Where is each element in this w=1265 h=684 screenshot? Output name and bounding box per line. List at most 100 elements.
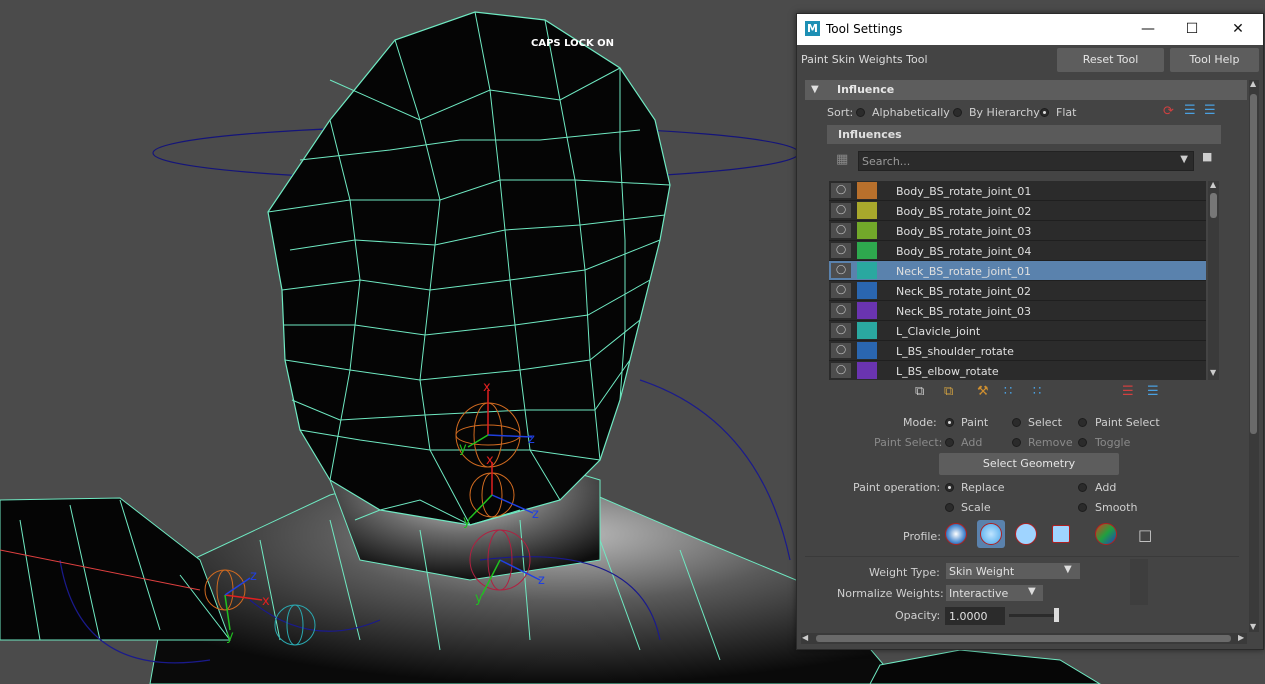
influences-subheader: Influences	[827, 125, 1221, 144]
profile-label: Profile:	[903, 530, 941, 543]
opacity-slider-handle[interactable]	[1054, 608, 1059, 622]
scroll-right-icon[interactable]: ▶	[1238, 633, 1244, 642]
paste-weights-icon[interactable]: ⧉	[944, 384, 953, 399]
influence-frame-header[interactable]: ▼ Influence	[805, 80, 1247, 100]
list-item[interactable]: ◯ Body_BS_rotate_joint_01	[829, 181, 1206, 201]
list-item[interactable]: ◯ Body_BS_rotate_joint_03	[829, 221, 1206, 241]
color-swatch	[857, 302, 877, 319]
horizontal-scroll-thumb[interactable]	[816, 635, 1231, 642]
lock-icon[interactable]: ◯	[831, 363, 851, 378]
op-smooth-radio[interactable]	[1078, 503, 1087, 512]
collapse-arrow-icon[interactable]: ▼	[811, 84, 819, 95]
lock-icon[interactable]: ◯	[831, 343, 851, 358]
lock-icon[interactable]: ◯	[831, 263, 851, 278]
empty-panel	[1130, 559, 1148, 605]
op-scale-radio[interactable]	[945, 503, 954, 512]
influences-title: Influences	[838, 128, 902, 141]
list-item[interactable]: ◯ L_BS_shoulder_rotate	[829, 341, 1206, 361]
list-item[interactable]: ◯ Body_BS_rotate_joint_04	[829, 241, 1206, 261]
close-button[interactable]: ✕	[1227, 18, 1249, 40]
list-item[interactable]: ◯ Body_BS_rotate_joint_02	[829, 201, 1206, 221]
pin-icon[interactable]: ■	[1202, 150, 1212, 163]
sort-flat-label: Flat	[1056, 106, 1077, 119]
scroll-down-icon[interactable]: ▼	[1250, 622, 1256, 631]
panel-scroll-thumb[interactable]	[1250, 94, 1257, 434]
weight-type-dropdown[interactable]: Skin Weight ▼	[946, 563, 1080, 579]
mode-paint-select-radio[interactable]	[1078, 418, 1087, 427]
sort-hierarchy-radio[interactable]	[953, 108, 962, 117]
lock-icon[interactable]: ◯	[831, 243, 851, 258]
tool-header: Paint Skin Weights Tool Reset Tool Tool …	[797, 45, 1263, 75]
expand-list-icon[interactable]: ☰	[1147, 384, 1159, 399]
collapse-list-icon[interactable]: ☰	[1122, 384, 1134, 399]
list-item[interactable]: ◯ Neck_BS_rotate_joint_02	[829, 281, 1206, 301]
op-add-radio[interactable]	[1078, 483, 1087, 492]
search-field[interactable]: Search... ▼	[858, 151, 1194, 171]
lock-icon[interactable]: ◯	[831, 303, 851, 318]
ps-remove-radio	[1012, 438, 1021, 447]
influence-list[interactable]: ◯ Body_BS_rotate_joint_01 ◯ Body_BS_rotate…	[829, 181, 1206, 380]
axis-label: x	[486, 453, 494, 468]
profile-image-button[interactable]	[1092, 520, 1120, 548]
weight-type-label: Weight Type:	[869, 566, 940, 579]
sort-alpha-radio[interactable]	[856, 108, 865, 117]
maximize-button[interactable]: ☐	[1181, 18, 1203, 40]
scroll-up-icon[interactable]: ▲	[1210, 180, 1216, 189]
lock-icon[interactable]: ◯	[831, 183, 851, 198]
list-item[interactable]: ◯ L_BS_elbow_rotate	[829, 361, 1206, 380]
paint-operation-label: Paint operation:	[853, 481, 941, 494]
normalize-dropdown[interactable]: Interactive ▼	[946, 585, 1043, 601]
list-item[interactable]: ◯ Neck_BS_rotate_joint_03	[829, 301, 1206, 321]
panel-scrollbar[interactable]: ▲ ▼	[1249, 79, 1259, 632]
profile-soft-button[interactable]	[977, 520, 1005, 548]
mode-paint-radio[interactable]	[945, 418, 954, 427]
lock-icon[interactable]: ◯	[831, 203, 851, 218]
move-weights-icon[interactable]: ∷	[1004, 384, 1012, 399]
normalize-value: Interactive	[949, 587, 1009, 600]
horizontal-scrollbar[interactable]: ◀ ▶	[801, 633, 1247, 644]
color-swatch	[857, 242, 877, 259]
tree-view-icon[interactable]: ☰	[1204, 103, 1216, 118]
lock-icon[interactable]: ◯	[831, 323, 851, 338]
lock-icon[interactable]: ◯	[831, 283, 851, 298]
list-view-icon[interactable]: ☰	[1184, 103, 1196, 118]
title-bar[interactable]: M Tool Settings — ☐ ✕	[797, 14, 1263, 45]
list-scroll-thumb[interactable]	[1210, 193, 1217, 218]
chevron-down-icon[interactable]: ▼	[1180, 154, 1188, 165]
profile-gaussian-button[interactable]	[942, 520, 970, 548]
mode-paint-label: Paint	[961, 416, 989, 429]
chevron-down-icon[interactable]: ▼	[1028, 586, 1036, 597]
scroll-up-icon[interactable]: ▲	[1250, 79, 1256, 88]
weight-type-value: Skin Weight	[949, 565, 1015, 578]
lock-icon[interactable]: ◯	[831, 223, 851, 238]
list-item[interactable]: ◯ Neck_BS_rotate_joint_01	[829, 261, 1206, 281]
profile-square-button[interactable]	[1047, 520, 1075, 548]
reset-tool-button[interactable]: Reset Tool	[1057, 48, 1164, 72]
mode-select-radio[interactable]	[1012, 418, 1021, 427]
scroll-down-icon[interactable]: ▼	[1210, 368, 1216, 377]
show-influences-icon[interactable]: ∷	[1033, 384, 1041, 399]
normalize-label: Normalize Weights:	[837, 587, 944, 600]
select-geometry-button[interactable]: Select Geometry	[939, 453, 1119, 475]
search-placeholder: Search...	[862, 155, 911, 168]
copy-weights-icon[interactable]: ⧉	[915, 384, 924, 399]
mode-select-label: Select	[1028, 416, 1062, 429]
tool-help-button[interactable]: Tool Help	[1170, 48, 1259, 72]
opacity-field[interactable]: 1.0000	[945, 607, 1005, 625]
chevron-down-icon[interactable]: ▼	[1064, 564, 1072, 575]
list-scrollbar[interactable]: ▲ ▼	[1208, 180, 1219, 380]
profile-solid-button[interactable]	[1012, 520, 1040, 548]
minimize-button[interactable]: —	[1137, 18, 1159, 40]
refresh-icon[interactable]: ⟳	[1163, 104, 1174, 119]
list-item[interactable]: ◯ L_Clavicle_joint	[829, 321, 1206, 341]
influence-name: Body_BS_rotate_joint_01	[896, 185, 1032, 198]
weight-hammer-icon[interactable]: ⚒	[977, 384, 989, 399]
op-replace-radio[interactable]	[945, 483, 954, 492]
op-replace-label: Replace	[961, 481, 1005, 494]
opacity-slider-track[interactable]	[1009, 614, 1059, 617]
folder-icon[interactable]: □	[1138, 526, 1152, 544]
sort-flat-radio[interactable]	[1040, 108, 1049, 117]
caps-lock-indicator: CAPS LOCK ON	[531, 38, 615, 49]
scroll-left-icon[interactable]: ◀	[802, 633, 808, 642]
filter-icon[interactable]: ▦	[836, 152, 848, 167]
